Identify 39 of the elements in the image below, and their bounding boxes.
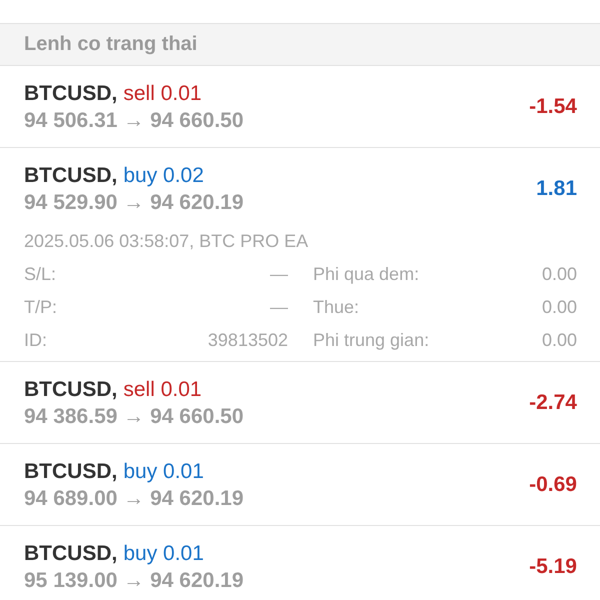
- profit-value: -0.69: [529, 473, 577, 497]
- detail-label: Phi qua dem:: [313, 264, 420, 285]
- order-label: sell 0.01: [123, 377, 202, 403]
- symbol-label: BTCUSD,: [24, 81, 118, 107]
- price-range: 94 506.31 → 94 660.50: [24, 108, 244, 134]
- order-label: sell 0.01: [123, 81, 202, 107]
- trade-row[interactable]: BTCUSD, buy 0.01 95 139.00 → 94 620.19 -5.19: [0, 526, 600, 600]
- symbol-label: BTCUSD,: [24, 163, 118, 189]
- price-range: 94 386.59 → 94 660.50: [24, 404, 244, 430]
- detail-label: Phi trung gian:: [313, 330, 430, 351]
- profit-value: 1.81: [536, 177, 577, 201]
- price-range: 94 529.90 → 94 620.19: [24, 190, 244, 216]
- symbol-label: BTCUSD,: [24, 459, 118, 485]
- detail-label: S/L:: [24, 264, 56, 285]
- detail-value: —: [270, 297, 288, 318]
- profit-value: -5.19: [529, 555, 577, 579]
- order-label: buy 0.01: [123, 541, 204, 567]
- trade-row[interactable]: BTCUSD, buy 0.01 94 689.00 → 94 620.19 -0.69: [0, 444, 600, 526]
- trade-row[interactable]: BTCUSD, buy 0.02 94 529.90 → 94 620.19 1.81 2025.05.06 03:58:07, BTC PRO EA S/L: — Phi qua dem: 0.00 T/P: — Thue: 0.00 ID: 39813502 Phi trung gian: 0.00: [0, 148, 600, 362]
- detail-label: T/P:: [24, 297, 58, 318]
- price-range: 95 139.00 → 94 620.19: [24, 568, 244, 594]
- order-label: buy 0.01: [123, 459, 204, 485]
- detail-value: 0.00: [542, 264, 577, 285]
- order-label: buy 0.02: [123, 163, 204, 189]
- symbol-label: BTCUSD,: [24, 541, 118, 567]
- detail-label: Thue:: [313, 297, 360, 318]
- detail-value: 0.00: [542, 297, 577, 318]
- open-time-text: 2025.05.06 03:58:07, BTC PRO EA: [24, 230, 310, 253]
- profit-value: -1.54: [529, 95, 577, 119]
- detail-value: 0.00: [542, 330, 577, 351]
- price-range: 94 689.00 → 94 620.19: [24, 486, 244, 512]
- symbol-label: BTCUSD,: [24, 377, 118, 403]
- detail-label: ID:: [24, 330, 48, 351]
- trade-row[interactable]: BTCUSD, sell 0.01 94 386.59 → 94 660.50 -2.74: [0, 362, 600, 444]
- detail-value: 39813502: [208, 330, 288, 351]
- section-title: Lenh co trang thai: [24, 33, 198, 56]
- trade-row[interactable]: BTCUSD, sell 0.01 94 506.31 → 94 660.50 -1.54: [0, 66, 600, 148]
- profit-value: -2.74: [529, 391, 577, 415]
- detail-value: —: [270, 264, 288, 285]
